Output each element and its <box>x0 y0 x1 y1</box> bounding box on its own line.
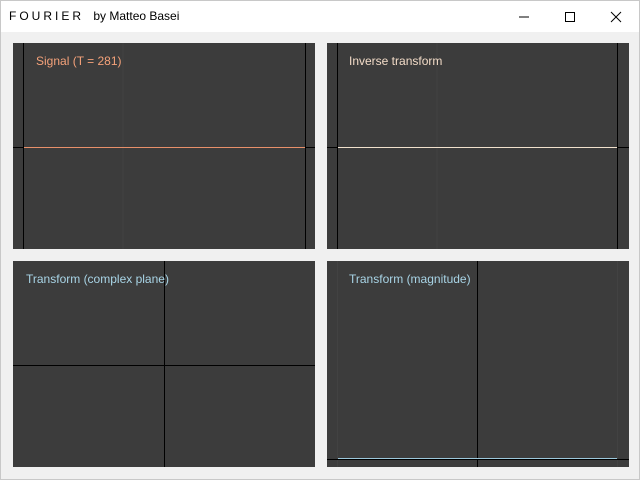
signal-plot <box>13 43 315 249</box>
signal-panel[interactable]: Signal (T = 281) <box>13 43 315 249</box>
maximize-icon <box>565 12 575 22</box>
complex-plane-label: Transform (complex plane) <box>26 272 169 286</box>
signal-label: Signal (T = 281) <box>36 54 122 68</box>
minimize-button[interactable] <box>501 1 547 32</box>
magnitude-panel[interactable]: Transform (magnitude) <box>327 261 629 467</box>
app-window: FOURIER by Matteo Basei Signal (T = 281)… <box>0 0 640 480</box>
maximize-button[interactable] <box>547 1 593 32</box>
close-icon <box>610 11 622 23</box>
magnitude-label: Transform (magnitude) <box>349 272 471 286</box>
magnitude-plot <box>327 261 629 467</box>
close-button[interactable] <box>593 1 639 32</box>
app-name: FOURIER <box>9 9 84 23</box>
title-bar[interactable]: FOURIER by Matteo Basei <box>1 1 639 32</box>
app-author: by Matteo Basei <box>93 9 180 23</box>
inverse-transform-panel[interactable]: Inverse transform <box>327 43 629 249</box>
complex-plane-panel[interactable]: Transform (complex plane) <box>13 261 315 467</box>
minimize-icon <box>519 16 529 18</box>
inverse-transform-plot <box>327 43 629 249</box>
inverse-transform-label: Inverse transform <box>349 54 443 68</box>
complex-plane-plot <box>13 261 315 467</box>
window-title: FOURIER by Matteo Basei <box>9 9 179 23</box>
